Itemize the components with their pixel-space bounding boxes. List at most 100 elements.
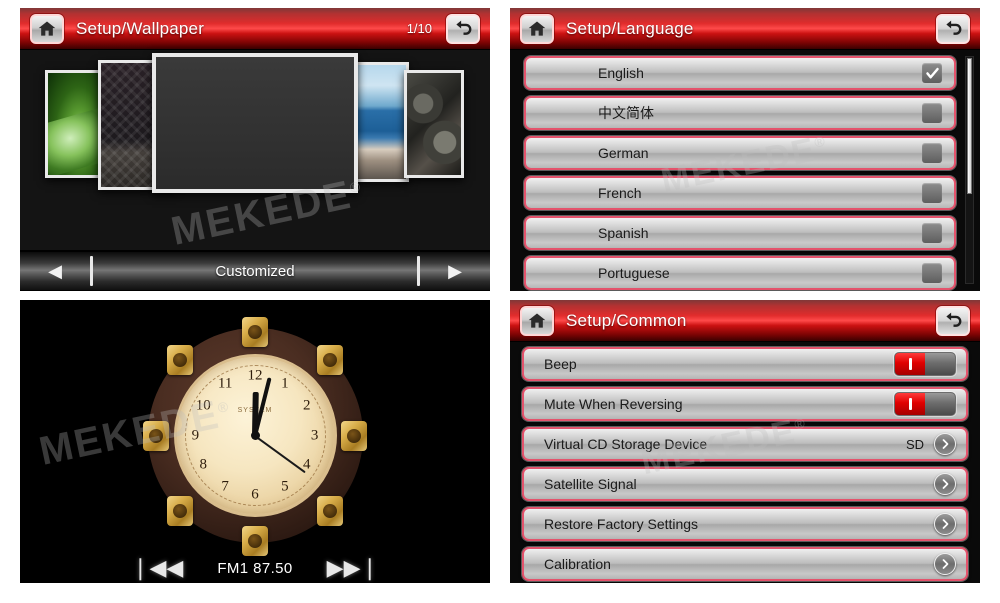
wallpaper-mode-label[interactable]: Customized xyxy=(93,263,417,280)
next-wallpaper-button[interactable]: ▶ xyxy=(420,262,490,280)
clock-bezel: 12 1 2 3 4 5 6 7 8 9 10 11 SYSTEM xyxy=(143,317,367,556)
clock-numeral: 8 xyxy=(199,456,207,473)
clock-ornament xyxy=(143,420,170,451)
list-item[interactable]: French xyxy=(524,176,956,210)
chevron-right-icon[interactable] xyxy=(934,553,956,575)
language-checkbox[interactable] xyxy=(922,183,942,203)
clock-numeral: 9 xyxy=(191,427,200,443)
radio-frequency-label: FM1 87.50 xyxy=(217,559,293,577)
list-item[interactable]: 中文简体 xyxy=(524,96,956,130)
language-checkbox[interactable] xyxy=(922,143,942,163)
language-label: French xyxy=(598,185,642,201)
clock-ornament xyxy=(166,345,193,376)
setting-label: Mute When Reversing xyxy=(544,396,683,412)
mute-when-reversing-toggle[interactable] xyxy=(894,392,956,416)
list-item[interactable]: Beep xyxy=(522,347,968,381)
wallpaper-bottom-bar: ◀ Customized ▶ xyxy=(20,250,490,291)
back-button[interactable] xyxy=(936,13,970,44)
home-icon xyxy=(37,19,57,39)
list-item[interactable]: Spanish xyxy=(524,216,956,250)
page-title: Setup/Common xyxy=(566,310,687,330)
back-arrow-icon xyxy=(944,19,963,38)
setting-label: Satellite Signal xyxy=(544,476,637,492)
prev-wallpaper-button[interactable]: ◀ xyxy=(20,262,90,280)
language-scrollbar[interactable] xyxy=(965,56,974,284)
back-button[interactable] xyxy=(446,13,480,44)
clock-numeral: 5 xyxy=(281,478,289,495)
list-item[interactable]: Restore Factory Settings xyxy=(522,507,968,541)
clock-face: 12 1 2 3 4 5 6 7 8 9 10 11 SYSTEM xyxy=(173,354,337,517)
check-icon xyxy=(925,67,939,78)
beep-toggle[interactable] xyxy=(894,352,956,376)
common-settings-list: Beep Mute When Reversing Virtual CD Stor… xyxy=(510,342,980,583)
language-checkbox[interactable] xyxy=(922,263,942,283)
list-item[interactable]: Satellite Signal xyxy=(522,467,968,501)
next-track-button[interactable]: ▶▶❘ xyxy=(327,557,379,579)
wallpaper-titlebar: Setup/Wallpaper 1/10 xyxy=(20,8,490,50)
clock-ornament xyxy=(317,345,344,376)
home-button[interactable] xyxy=(520,305,554,336)
setting-label: Virtual CD Storage Device xyxy=(544,436,708,452)
clock-numeral: 6 xyxy=(251,486,259,503)
clock-ornament xyxy=(317,495,344,526)
wallpaper-thumb-leaf[interactable] xyxy=(45,70,103,178)
page-title: Setup/Wallpaper xyxy=(76,18,205,38)
list-item[interactable]: Portuguese xyxy=(524,256,956,290)
language-titlebar: Setup/Language xyxy=(510,8,980,50)
home-button[interactable] xyxy=(520,13,554,44)
clock-numeral: 7 xyxy=(221,478,229,495)
clock-numeral: 11 xyxy=(217,375,233,392)
clock-screen-panel: MEKEDE® 12 1 2 3 4 5 6 7 8 9 10 11 ❘◀◀ F… xyxy=(20,300,490,583)
language-checkbox[interactable] xyxy=(922,223,942,243)
language-label: English xyxy=(598,65,644,81)
wallpaper-thumb-beach[interactable] xyxy=(353,62,409,182)
toggle-on-segment xyxy=(895,353,925,375)
chevron-right-icon[interactable] xyxy=(934,513,956,535)
previous-track-button[interactable]: ❘◀◀ xyxy=(131,557,183,579)
language-label: Spanish xyxy=(598,225,649,241)
wallpaper-thumb-selected[interactable] xyxy=(152,53,358,193)
list-item[interactable]: Virtual CD Storage Device SD xyxy=(522,427,968,461)
list-item[interactable]: Mute When Reversing xyxy=(522,387,968,421)
common-titlebar: Setup/Common xyxy=(510,300,980,342)
clock-ornament xyxy=(340,420,367,451)
list-item[interactable]: English xyxy=(524,56,956,90)
home-button[interactable] xyxy=(30,13,64,44)
radio-status-bar: ❘◀◀ FM1 87.50 ▶▶❘ xyxy=(20,557,490,579)
toggle-off-segment xyxy=(925,393,955,415)
language-checkbox[interactable] xyxy=(922,103,942,123)
chevron-right-icon[interactable] xyxy=(934,433,956,455)
clock-numeral: 10 xyxy=(195,397,211,414)
screenshot-root: Setup/Wallpaper 1/10 MEKEDE® ◀ Customize… xyxy=(0,0,1000,603)
list-item[interactable]: German xyxy=(524,136,956,170)
home-icon xyxy=(527,19,547,39)
language-label: Portuguese xyxy=(598,265,670,281)
setting-label: Calibration xyxy=(544,556,611,572)
scrollbar-thumb[interactable] xyxy=(967,58,972,194)
back-button[interactable] xyxy=(936,305,970,336)
clock-ornament xyxy=(242,525,268,556)
clock-ornament xyxy=(242,317,268,347)
clock-ornament xyxy=(166,495,193,526)
common-setup-panel: Setup/Common Beep Mute When Reversing Vi… xyxy=(510,300,980,583)
list-item[interactable]: Calibration xyxy=(522,547,968,581)
analog-clock-area: MEKEDE® 12 1 2 3 4 5 6 7 8 9 10 11 ❘◀◀ F… xyxy=(20,300,490,583)
page-title: Setup/Language xyxy=(566,18,694,38)
clock-numeral: 1 xyxy=(281,375,289,392)
wallpaper-setup-panel: Setup/Wallpaper 1/10 MEKEDE® ◀ Customize… xyxy=(20,8,490,291)
wallpaper-thumb-gears[interactable] xyxy=(404,70,464,178)
toggle-on-segment xyxy=(895,393,925,415)
language-label: 中文简体 xyxy=(598,105,654,121)
language-label: German xyxy=(598,145,649,161)
toggle-off-segment xyxy=(925,353,955,375)
wallpaper-carousel[interactable]: MEKEDE® xyxy=(20,50,490,254)
home-icon xyxy=(527,311,547,331)
clock-numeral: 2 xyxy=(303,397,311,414)
clock-numeral: 12 xyxy=(247,367,263,384)
setting-label: Beep xyxy=(544,356,577,372)
back-arrow-icon xyxy=(454,19,473,38)
chevron-right-icon[interactable] xyxy=(934,473,956,495)
page-indicator: 1/10 xyxy=(406,21,432,36)
setting-value: SD xyxy=(905,436,924,452)
language-checkbox[interactable] xyxy=(922,63,942,83)
